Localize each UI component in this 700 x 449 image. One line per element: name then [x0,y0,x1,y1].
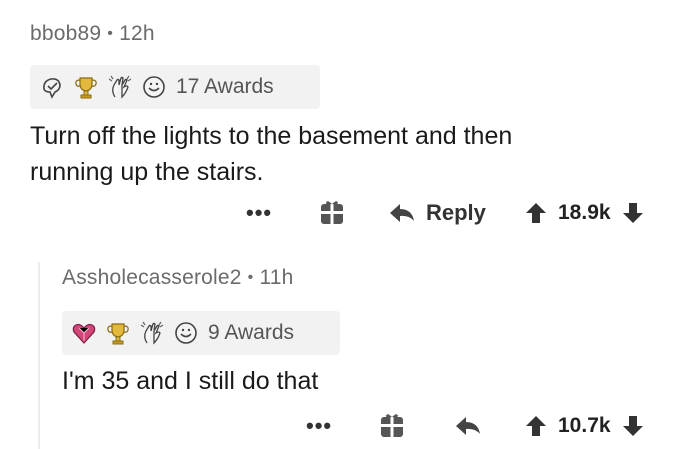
gift-icon [378,412,406,440]
comment-meta: bbob89 • 12h [30,22,155,46]
smile-award-icon [172,319,200,347]
awards-bar[interactable]: 9 Awards [62,311,340,355]
helpful-award-icon [38,73,66,101]
reply-label: Reply [426,200,486,225]
reply-button[interactable]: Reply [388,193,486,233]
vote-controls: 18.9k [524,193,645,233]
smile-award-icon [140,73,168,101]
separator-dot: • [107,25,114,42]
comment-body-line: Turn off the lights to the basement and … [30,122,513,150]
comment-meta: Assholecasserole2 • 11h [62,266,294,290]
reply-button[interactable] [454,406,492,446]
gold-trophy-award-icon [72,73,100,101]
reply-arrow-icon [388,201,416,225]
give-award-button[interactable] [318,193,346,233]
comment-body: I'm 35 and I still do that [62,363,318,399]
awards-count: 9 Awards [208,321,294,344]
downvote-icon[interactable] [621,201,645,225]
comment-body: Turn off the lights to the basement and … [30,118,512,190]
vote-score: 18.9k [558,201,611,224]
more-dots: ••• [306,413,333,438]
reply-arrow-icon [454,414,482,438]
gold-trophy-award-icon [104,319,132,347]
comment-body-line: running up the stairs. [30,158,264,186]
upvote-icon[interactable] [524,201,548,225]
username[interactable]: bbob89 [30,22,101,45]
upvote-icon[interactable] [524,414,548,438]
comment-toolbar: ••• 10.7k [0,406,700,446]
more-dots: ••• [246,200,273,225]
username[interactable]: Assholecasserole2 [62,266,242,289]
separator-dot: • [247,269,254,286]
awards-bar[interactable]: 17 Awards [30,65,320,109]
gift-icon [318,199,346,227]
heart-gem-award-icon [70,319,98,347]
vote-controls: 10.7k [524,406,645,446]
timestamp: 12h [119,22,155,45]
clapping-hands-award-icon [106,73,134,101]
timestamp: 11h [259,266,294,289]
comment-body-line: I'm 35 and I still do that [62,367,319,395]
give-award-button[interactable] [378,406,406,446]
comment-thread: bbob89 • 12h 17 Awards Turn off the lights… [0,0,700,449]
more-options-button[interactable]: ••• [306,406,332,446]
vote-score: 10.7k [558,414,611,437]
clapping-hands-award-icon [138,319,166,347]
more-options-button[interactable]: ••• [246,193,272,233]
awards-count: 17 Awards [176,75,274,98]
comment-toolbar: ••• Reply 18.9k [0,193,700,233]
downvote-icon[interactable] [621,414,645,438]
